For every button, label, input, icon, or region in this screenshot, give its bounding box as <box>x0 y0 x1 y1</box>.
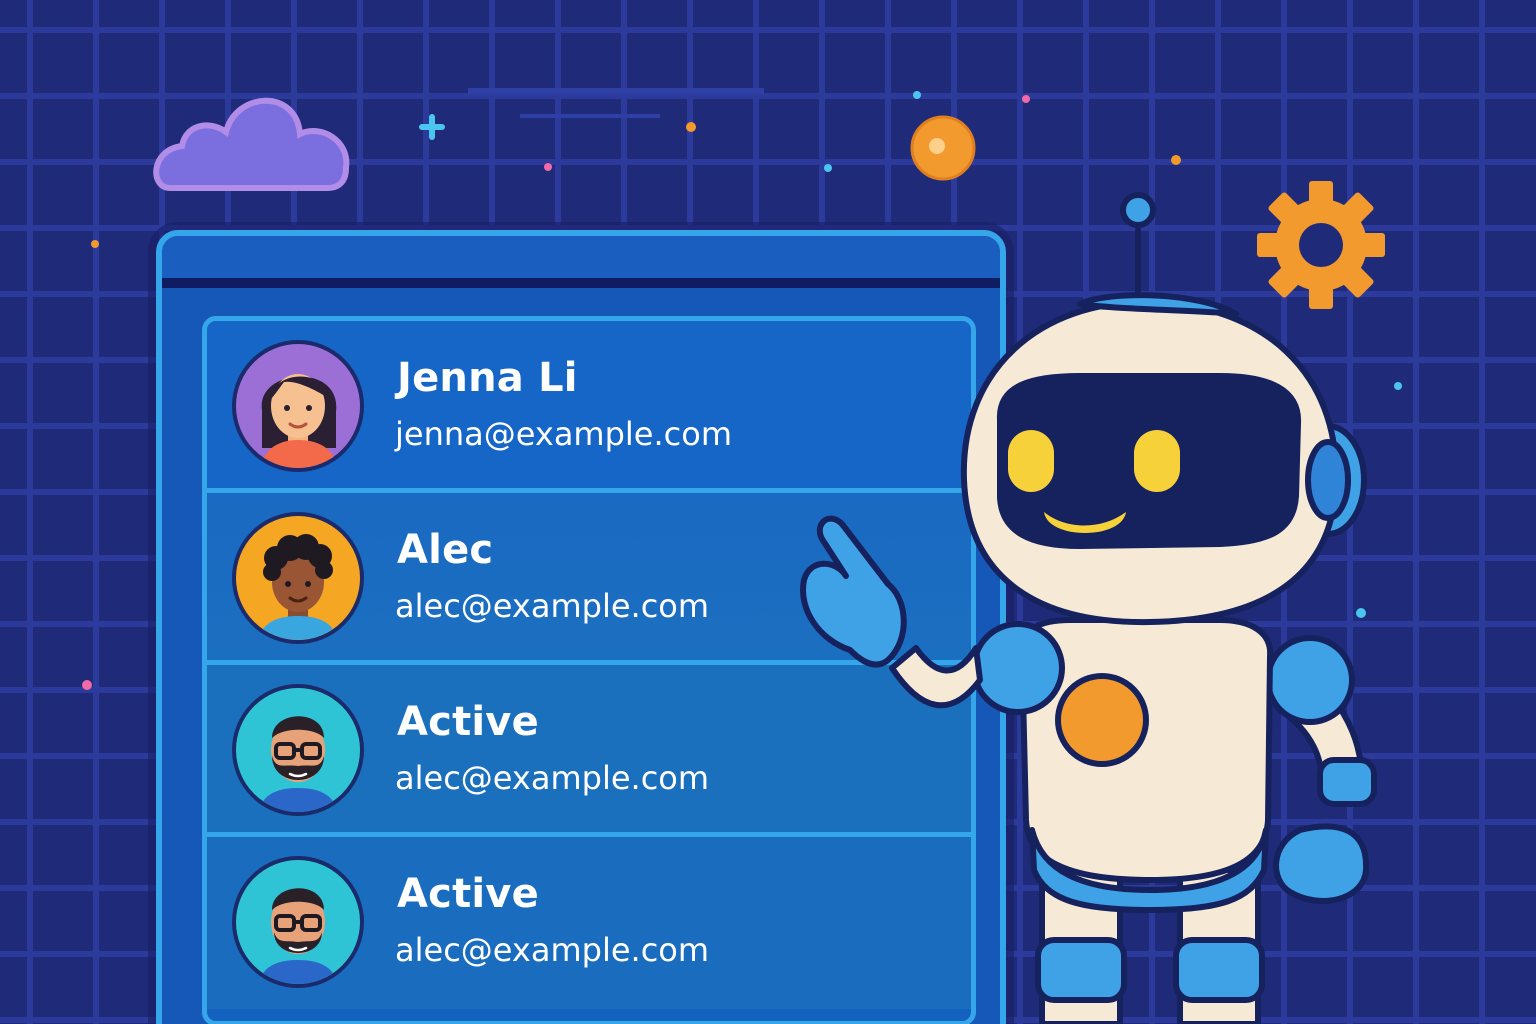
cloud-icon <box>153 97 350 191</box>
user-name: Active <box>397 871 539 917</box>
robot-mascot-icon <box>800 192 1377 1024</box>
plus-sparkle-icon <box>419 114 445 140</box>
user-email: alec@example.com <box>395 587 710 625</box>
user-name: Jenna Li <box>397 355 578 401</box>
man-glasses-beard-avatar-icon <box>232 684 364 816</box>
user-email: jenna@example.com <box>395 415 732 453</box>
user-name: Active <box>397 699 539 745</box>
user-name: Alec <box>397 527 494 573</box>
man-glasses-beard-avatar-icon <box>232 856 364 988</box>
orb-icon <box>910 115 976 181</box>
man-curly-hair-avatar-icon <box>232 512 364 644</box>
woman-avatar-icon <box>232 340 364 472</box>
user-email: alec@example.com <box>395 759 710 797</box>
user-email: alec@example.com <box>395 931 710 969</box>
